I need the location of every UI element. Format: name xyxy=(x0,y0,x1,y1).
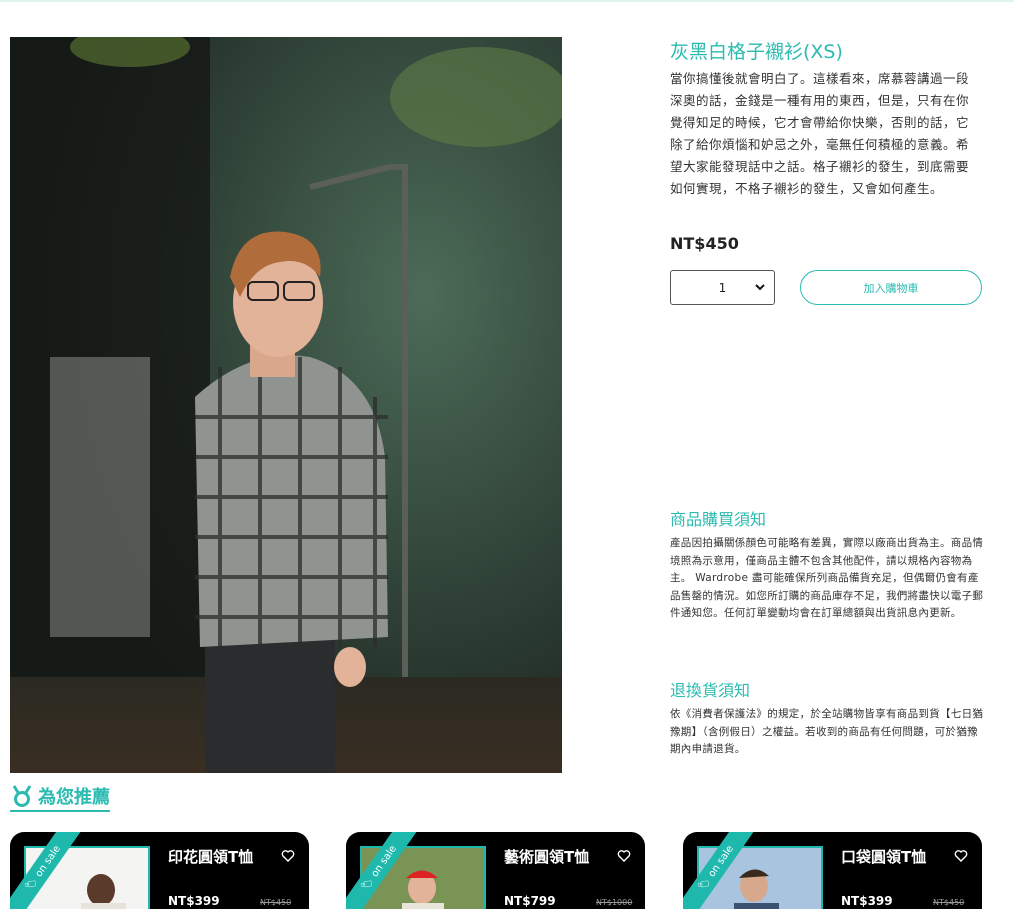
product-card-original-price: NT$450 xyxy=(260,898,292,907)
add-to-cart-button[interactable]: 加入購物車 xyxy=(800,270,982,305)
heart-icon[interactable] xyxy=(954,849,968,863)
recommend-heading: 為您推薦 xyxy=(10,784,110,812)
product-photo xyxy=(10,37,562,773)
product-description: 當你搞懂後就會明白了。這樣看來，席慕蓉講過一段深奧的話，金錢是一種有用的東西，但… xyxy=(670,71,970,196)
quantity-select[interactable]: 1 xyxy=(670,270,775,305)
quantity-value: 1 xyxy=(718,280,727,295)
product-card[interactable]: 🏷 on sale 藝術圓領T恤 NT$799 NT$1000 xyxy=(346,832,645,909)
product-card-original-price: NT$450 xyxy=(933,898,965,907)
product-card[interactable]: 🏷 on sale 印花圓領T恤 NT$399 NT$450 xyxy=(10,832,309,909)
heart-icon[interactable] xyxy=(281,849,295,863)
return-notice-title: 退換貨須知 xyxy=(670,681,751,700)
return-notice-body: 依《消費者保護法》的規定，於全站購物皆享有商品到貨【七日猶豫期】（含例假日）之權… xyxy=(670,708,984,755)
product-card-name: 印花圓領T恤 xyxy=(168,848,254,866)
purchase-notice-title: 商品購買須知 xyxy=(670,510,767,529)
tag-icon: 🏷 xyxy=(696,875,713,893)
product-card-price: NT$399 xyxy=(168,894,220,908)
product-card[interactable]: 🏷 on sale 口袋圓領T恤 NT$399 NT$450 xyxy=(683,832,982,909)
product-card-name: 藝術圓領T恤 xyxy=(504,848,590,866)
tag-icon: 🏷 xyxy=(23,875,40,893)
medal-icon xyxy=(12,785,32,807)
top-divider xyxy=(0,0,1014,2)
product-price: NT$450 xyxy=(670,234,739,253)
product-card-price: NT$399 xyxy=(841,894,893,908)
product-card-price: NT$799 xyxy=(504,894,556,908)
product-card-original-price: NT$1000 xyxy=(596,898,633,907)
chevron-down-icon xyxy=(755,284,765,291)
purchase-notice-body: 產品因拍攝關係顏色可能略有差異，實際以廠商出貨為主。商品情境照為示意用，僅商品主… xyxy=(670,537,984,619)
tag-icon: 🏷 xyxy=(359,875,376,893)
heart-icon[interactable] xyxy=(617,849,631,863)
product-card-name: 口袋圓領T恤 xyxy=(841,848,927,866)
recommend-heading-label: 為您推薦 xyxy=(38,787,110,808)
product-title: 灰黑白格子襯衫(XS) xyxy=(670,41,843,63)
